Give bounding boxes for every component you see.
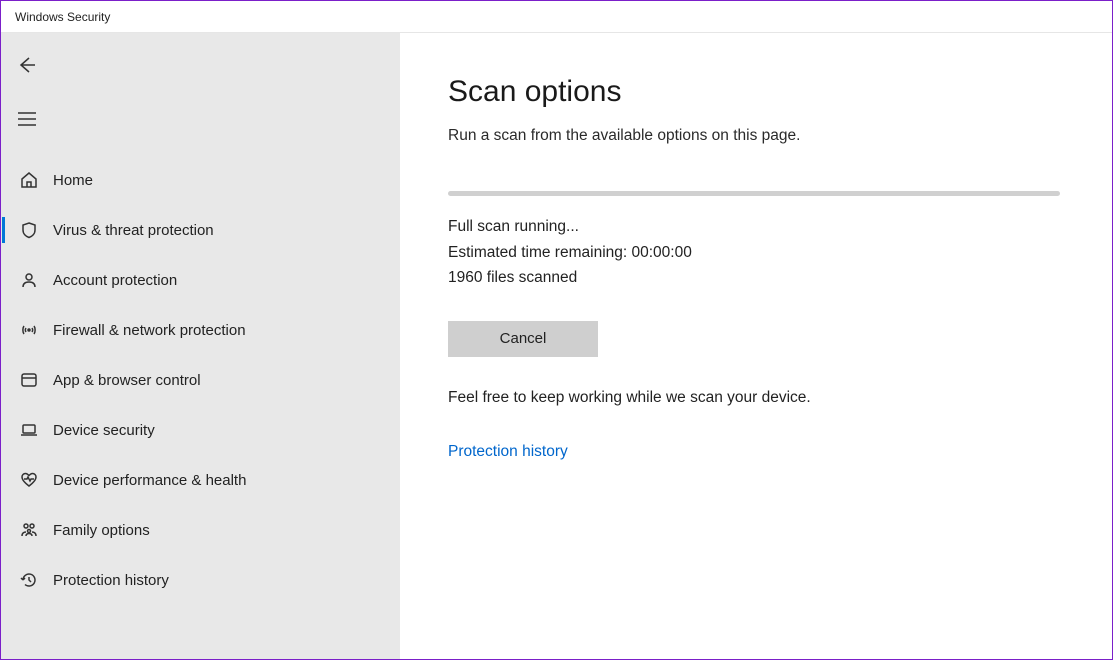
sidebar-item-home[interactable]: Home: [1, 155, 400, 205]
sidebar-item-label: Firewall & network protection: [53, 322, 246, 339]
sidebar-item-device-security[interactable]: Device security: [1, 405, 400, 455]
app-browser-icon: [19, 370, 39, 390]
sidebar-item-device-performance[interactable]: Device performance & health: [1, 455, 400, 505]
menu-button[interactable]: [5, 101, 49, 141]
main-content: Scan options Run a scan from the availab…: [400, 33, 1112, 659]
sidebar-item-virus-threat[interactable]: Virus & threat protection: [1, 205, 400, 255]
page-title: Scan options: [448, 75, 1064, 109]
scan-files: 1960 files scanned: [448, 265, 1064, 291]
sidebar-item-label: Home: [53, 172, 93, 189]
sidebar-item-firewall[interactable]: Firewall & network protection: [1, 305, 400, 355]
family-icon: [19, 520, 39, 540]
antenna-icon: [19, 320, 39, 340]
page-subtitle: Run a scan from the available options on…: [448, 127, 1064, 145]
hamburger-icon: [17, 111, 37, 132]
scan-progress-bar: [448, 191, 1060, 196]
sidebar: Home Virus & threat protection Account p…: [1, 33, 400, 659]
eta-value: 00:00:00: [632, 244, 692, 261]
cancel-button[interactable]: Cancel: [448, 321, 598, 357]
back-button[interactable]: [5, 47, 49, 87]
scan-status: Full scan running...: [448, 214, 1064, 240]
window-body: Home Virus & threat protection Account p…: [1, 33, 1112, 659]
home-icon: [19, 170, 39, 190]
sidebar-item-label: App & browser control: [53, 372, 201, 389]
account-icon: [19, 270, 39, 290]
sidebar-item-label: Device security: [53, 422, 155, 439]
nav-list: Home Virus & threat protection Account p…: [1, 155, 400, 605]
shield-icon: [19, 220, 39, 240]
sidebar-item-label: Account protection: [53, 272, 177, 289]
sidebar-item-app-browser[interactable]: App & browser control: [1, 355, 400, 405]
history-icon: [19, 570, 39, 590]
sidebar-item-label: Protection history: [53, 572, 169, 589]
sidebar-item-label: Family options: [53, 522, 150, 539]
sidebar-item-label: Device performance & health: [53, 472, 246, 489]
window-title: Windows Security: [1, 1, 1112, 33]
scan-hint: Feel free to keep working while we scan …: [448, 389, 1064, 407]
files-suffix: files scanned: [482, 269, 577, 286]
sidebar-item-family[interactable]: Family options: [1, 505, 400, 555]
laptop-icon: [19, 420, 39, 440]
heart-icon: [19, 470, 39, 490]
sidebar-item-account[interactable]: Account protection: [1, 255, 400, 305]
files-count: 1960: [448, 269, 482, 286]
sidebar-item-protection-history[interactable]: Protection history: [1, 555, 400, 605]
protection-history-link[interactable]: Protection history: [448, 443, 1064, 461]
eta-label: Estimated time remaining:: [448, 244, 632, 261]
window: Windows Security Home: [0, 0, 1113, 660]
sidebar-item-label: Virus & threat protection: [53, 222, 214, 239]
back-arrow-icon: [17, 55, 37, 80]
scan-eta: Estimated time remaining: 00:00:00: [448, 240, 1064, 266]
